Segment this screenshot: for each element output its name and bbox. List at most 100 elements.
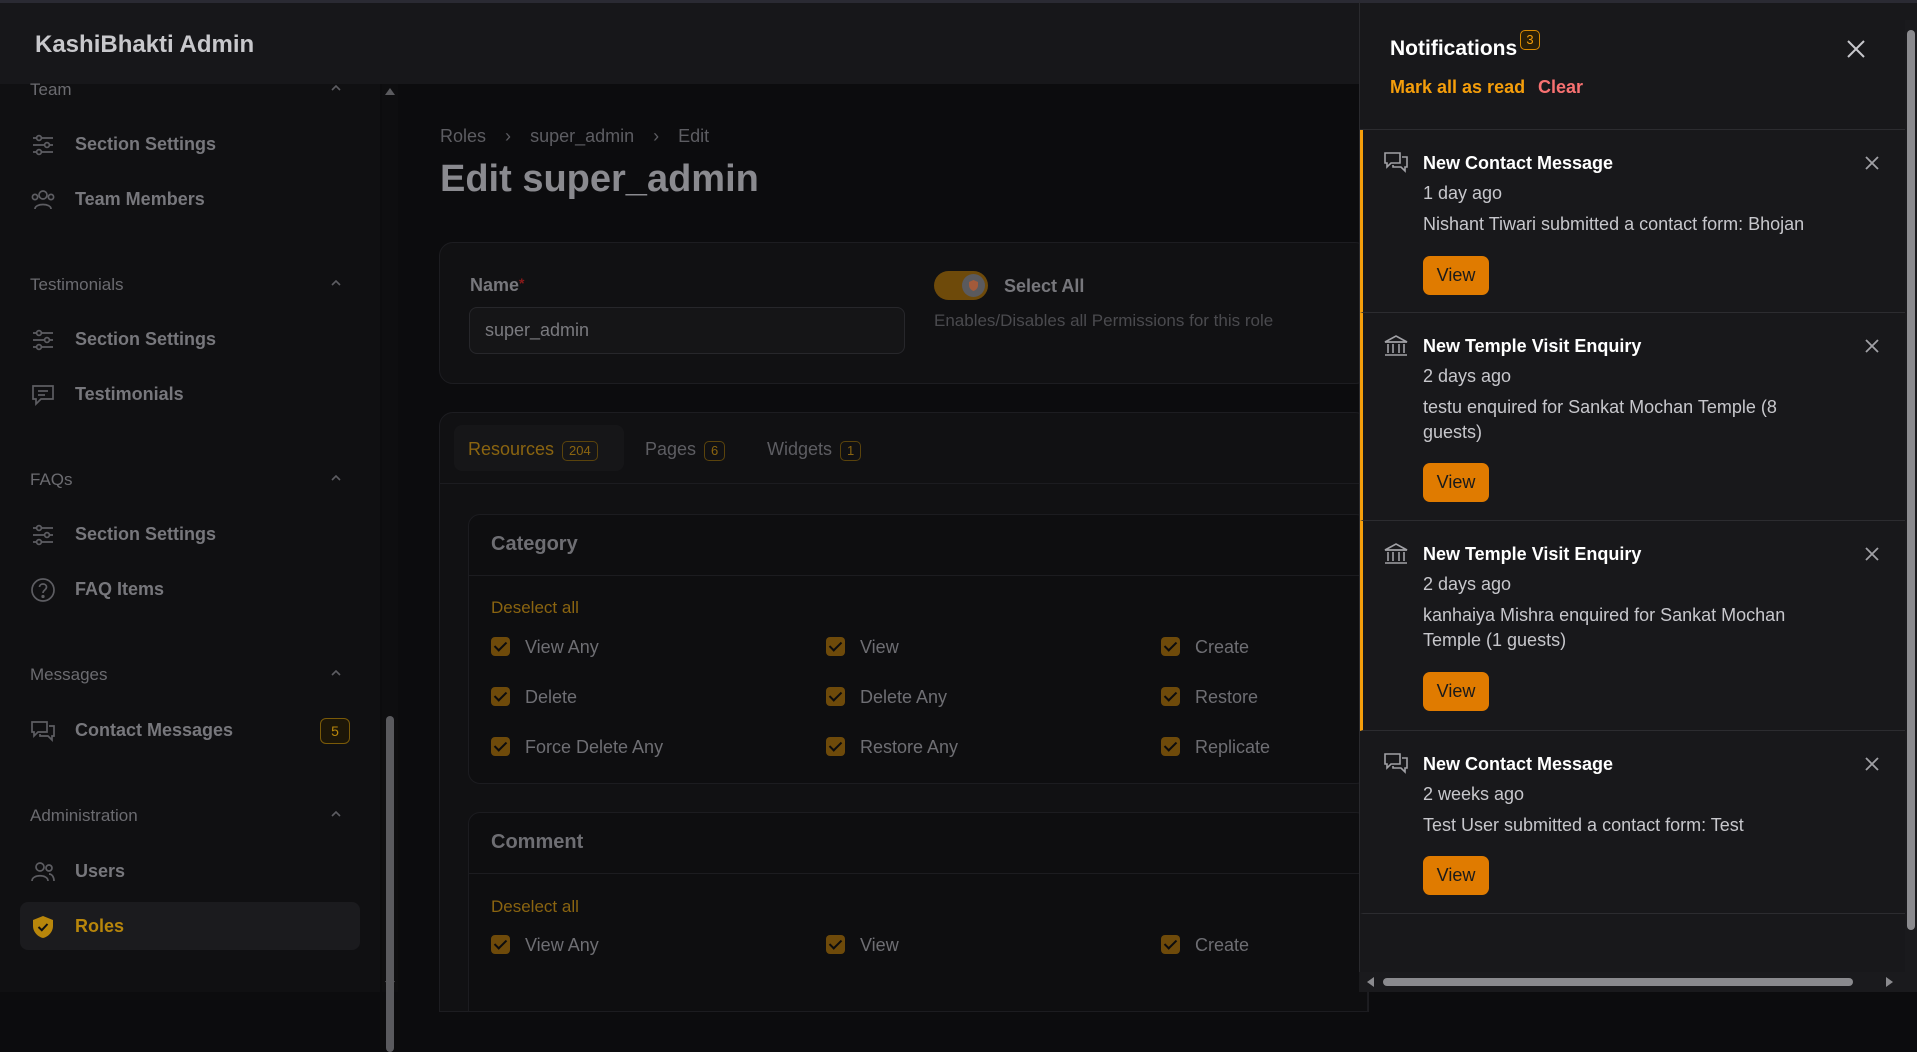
scrollbar-thumb[interactable] bbox=[1383, 978, 1853, 986]
close-icon[interactable] bbox=[1863, 545, 1881, 563]
sidebar-item-team-section-settings[interactable]: Section Settings bbox=[20, 120, 360, 168]
mark-all-read-button[interactable]: Mark all as read bbox=[1390, 77, 1525, 98]
view-notification-button[interactable]: View bbox=[1423, 672, 1489, 711]
sidebar-item-contact-messages[interactable]: Contact Messages 5 bbox=[20, 706, 360, 754]
checkbox-checked-icon[interactable] bbox=[826, 736, 845, 756]
select-all-toggle[interactable] bbox=[934, 271, 988, 300]
notification-item[interactable]: New Contact Message 1 day ago Nishant Ti… bbox=[1360, 130, 1905, 313]
view-notification-button[interactable]: View bbox=[1423, 856, 1489, 895]
notifications-title: Notifications bbox=[1390, 37, 1518, 60]
sidebar-item-faq-items[interactable]: FAQ Items bbox=[20, 565, 360, 613]
checkbox-checked-icon[interactable] bbox=[826, 686, 845, 706]
view-notification-button[interactable]: View bbox=[1423, 256, 1489, 295]
checkbox-checked-icon[interactable] bbox=[491, 636, 510, 656]
deselect-all-link[interactable]: Deselect all bbox=[491, 897, 579, 917]
sidebar-scrollbar[interactable] bbox=[382, 84, 398, 1052]
notification-body: testu enquired for Sankat Mochan Temple … bbox=[1423, 397, 1777, 442]
permission-checkbox[interactable]: Force Delete Any bbox=[491, 736, 663, 758]
sidebar-group-testimonials[interactable]: Testimonials bbox=[30, 275, 124, 295]
chevron-up-icon[interactable] bbox=[330, 667, 342, 679]
tab-label: Pages bbox=[645, 439, 697, 459]
scroll-up-arrow-icon[interactable] bbox=[385, 88, 395, 95]
breadcrumb-roles[interactable]: Roles bbox=[440, 126, 486, 146]
close-icon[interactable] bbox=[1844, 37, 1868, 61]
brand-title[interactable]: KashiBhakti Admin bbox=[35, 31, 254, 59]
select-all-label[interactable]: Select All bbox=[1004, 276, 1084, 297]
breadcrumb-role[interactable]: super_admin bbox=[530, 126, 634, 146]
permission-checkbox[interactable]: View Any bbox=[491, 934, 599, 956]
sidebar-item-label: FAQ Items bbox=[75, 579, 165, 599]
checkbox-checked-icon[interactable] bbox=[826, 934, 845, 954]
notification-title: New Contact Message bbox=[1423, 153, 1614, 173]
notification-item[interactable]: New Temple Visit Enquiry 2 days ago kanh… bbox=[1360, 521, 1905, 731]
sidebar-item-testimonials-section-settings[interactable]: Section Settings bbox=[20, 315, 360, 363]
notification-title: New Contact Message bbox=[1423, 754, 1614, 774]
notification-item[interactable]: New Temple Visit Enquiry 2 days ago test… bbox=[1360, 313, 1905, 521]
sidebar-item-testimonials[interactable]: Testimonials bbox=[20, 370, 360, 418]
notification-time: 2 days ago bbox=[1423, 574, 1512, 594]
permission-label: View bbox=[860, 637, 899, 657]
sidebar-group-team[interactable]: Team bbox=[30, 80, 72, 100]
checkbox-checked-icon[interactable] bbox=[1161, 686, 1180, 706]
checkbox-checked-icon[interactable] bbox=[491, 736, 510, 756]
scroll-right-arrow-icon[interactable] bbox=[1886, 977, 1893, 987]
sidebar-group-faqs[interactable]: FAQs bbox=[30, 470, 73, 490]
permission-checkbox[interactable]: Restore Any bbox=[826, 736, 959, 758]
notification-time: 1 day ago bbox=[1423, 183, 1503, 203]
chevron-up-icon[interactable] bbox=[330, 82, 342, 94]
sidebar-item-faqs-section-settings[interactable]: Section Settings bbox=[20, 510, 360, 558]
shield-check-icon bbox=[30, 914, 56, 940]
notification-time: 2 weeks ago bbox=[1423, 784, 1525, 804]
sliders-icon bbox=[30, 522, 56, 548]
chevron-up-icon[interactable] bbox=[330, 472, 342, 484]
checkbox-checked-icon[interactable] bbox=[1161, 736, 1180, 756]
chevron-up-icon[interactable] bbox=[330, 808, 342, 820]
permission-checkbox[interactable]: View bbox=[826, 934, 899, 956]
horizontal-scrollbar[interactable] bbox=[1359, 972, 1917, 992]
permission-checkbox[interactable]: Delete Any bbox=[826, 686, 947, 708]
deselect-all-link[interactable]: Deselect all bbox=[491, 598, 579, 618]
scrollbar-thumb[interactable] bbox=[1907, 30, 1915, 930]
sidebar-item-label: Testimonials bbox=[75, 384, 184, 404]
chevron-up-icon[interactable] bbox=[330, 277, 342, 289]
sidebar-group-messages[interactable]: Messages bbox=[30, 665, 107, 685]
close-icon[interactable] bbox=[1863, 154, 1881, 172]
scroll-left-arrow-icon[interactable] bbox=[1367, 977, 1374, 987]
sliders-icon bbox=[30, 327, 56, 353]
permission-checkbox[interactable]: Restore bbox=[1161, 686, 1258, 708]
checkbox-checked-icon[interactable] bbox=[491, 934, 510, 954]
sidebar-item-team-members[interactable]: Team Members bbox=[20, 175, 360, 223]
role-name-input[interactable] bbox=[469, 307, 905, 354]
permission-checkbox[interactable]: Create bbox=[1161, 636, 1249, 658]
close-icon[interactable] bbox=[1863, 755, 1881, 773]
checkbox-checked-icon[interactable] bbox=[1161, 934, 1180, 954]
notifications-scrollbar[interactable] bbox=[1905, 20, 1917, 972]
tab-resources[interactable]: Resources 204 bbox=[454, 425, 624, 471]
tab-widgets[interactable]: Widgets 1 bbox=[753, 425, 875, 471]
close-icon[interactable] bbox=[1863, 337, 1881, 355]
view-notification-button[interactable]: View bbox=[1423, 463, 1489, 502]
permission-checkbox[interactable]: View Any bbox=[491, 636, 599, 658]
clear-notifications-button[interactable]: Clear bbox=[1538, 77, 1583, 98]
notification-time: 2 days ago bbox=[1423, 366, 1512, 386]
permission-checkbox[interactable]: Delete bbox=[491, 686, 577, 708]
permission-checkbox[interactable]: Create bbox=[1161, 934, 1249, 956]
sidebar-item-label: Contact Messages bbox=[75, 720, 234, 740]
scrollbar-thumb[interactable] bbox=[386, 716, 394, 1052]
name-label-text: Name bbox=[470, 275, 520, 295]
select-all-help: Enables/Disables all Permissions for thi… bbox=[934, 311, 1274, 330]
sidebar-item-users[interactable]: Users bbox=[20, 847, 360, 895]
sidebar-group-administration[interactable]: Administration bbox=[30, 806, 138, 826]
sliders-icon bbox=[30, 132, 56, 158]
scroll-down-arrow-icon[interactable] bbox=[385, 981, 395, 988]
checkbox-checked-icon[interactable] bbox=[1161, 636, 1180, 656]
checkbox-checked-icon[interactable] bbox=[826, 636, 845, 656]
permission-checkbox[interactable]: Replicate bbox=[1161, 736, 1270, 758]
permission-label: Restore Any bbox=[860, 737, 959, 757]
permission-checkbox[interactable]: View bbox=[826, 636, 899, 658]
checkbox-checked-icon[interactable] bbox=[491, 686, 510, 706]
tab-pages[interactable]: Pages 6 bbox=[631, 425, 739, 471]
notification-item[interactable]: New Contact Message 2 weeks ago Test Use… bbox=[1360, 731, 1905, 914]
resource-card-category: Category Deselect all View Any View Crea… bbox=[468, 514, 1368, 784]
sidebar-item-roles[interactable]: Roles bbox=[20, 902, 360, 950]
